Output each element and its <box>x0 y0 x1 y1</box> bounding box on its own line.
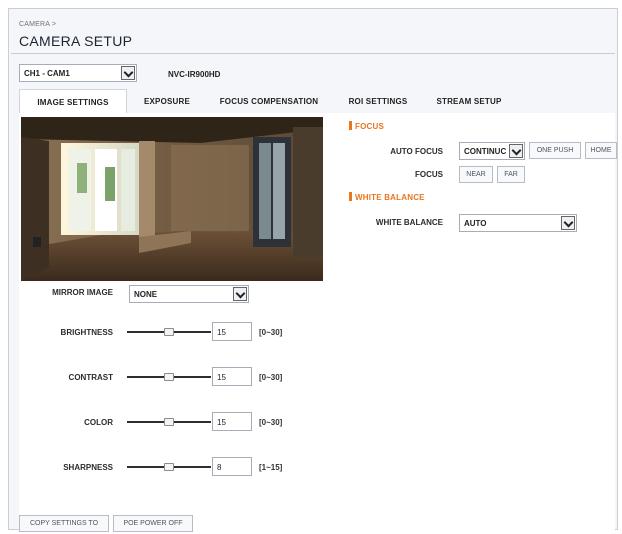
page-title: CAMERA SETUP <box>19 33 133 49</box>
home-button[interactable]: HOME <box>585 142 617 159</box>
tab-roi-settings[interactable]: ROI SETTINGS <box>340 89 416 113</box>
mirror-image-label: MIRROR IMAGE <box>52 288 113 297</box>
poe-power-off-button[interactable]: POE POWER OFF <box>113 515 193 532</box>
brightness-range: [0~30] <box>259 328 283 337</box>
focus-section-label: FOCUS <box>355 122 384 131</box>
focus-section-title: FOCUS <box>349 121 384 131</box>
far-button[interactable]: FAR <box>497 166 525 183</box>
white-balance-value: AUTO <box>464 219 487 228</box>
sharpness-label: SHARPNESS <box>63 463 113 472</box>
auto-focus-label: AUTO FOCUS <box>390 147 443 156</box>
white-balance-select[interactable]: AUTO <box>459 214 577 232</box>
chevron-down-icon[interactable] <box>121 66 135 80</box>
white-balance-label: WHITE BALANCE <box>375 218 443 227</box>
settings-tabs: IMAGE SETTINGS EXPOSURE FOCUS COMPENSATI… <box>19 89 615 113</box>
copy-settings-to-button[interactable]: COPY SETTINGS TO <box>19 515 109 532</box>
chevron-down-icon[interactable] <box>561 216 575 230</box>
near-button[interactable]: NEAR <box>459 166 493 183</box>
chevron-down-icon[interactable] <box>233 287 247 301</box>
breadcrumb[interactable]: CAMERA > <box>19 21 56 28</box>
tab-exposure[interactable]: EXPOSURE <box>135 89 199 113</box>
camera-preview <box>21 117 323 281</box>
auto-focus-select[interactable]: CONTINUC <box>459 142 525 160</box>
white-balance-section-title: WHITE BALANCE <box>349 192 425 202</box>
contrast-label: CONTRAST <box>68 373 113 382</box>
sharpness-input[interactable]: 8 <box>212 457 252 476</box>
section-marker-icon <box>349 121 352 130</box>
camera-channel-value: CH1 - CAM1 <box>24 69 70 78</box>
contrast-input[interactable]: 15 <box>212 367 252 386</box>
one-push-button[interactable]: ONE PUSH <box>529 142 581 159</box>
tab-stream-setup[interactable]: STREAM SETUP <box>427 89 511 113</box>
image-settings-panel: MIRROR IMAGE NONE BRIGHTNESS 15 [0~30] C… <box>19 113 617 532</box>
focus-label: FOCUS <box>415 170 443 179</box>
brightness-label: BRIGHTNESS <box>60 328 113 337</box>
tab-focus-compensation[interactable]: FOCUS COMPENSATION <box>209 89 329 113</box>
brightness-input[interactable]: 15 <box>212 322 252 341</box>
white-balance-section-label: WHITE BALANCE <box>355 193 425 202</box>
section-marker-icon <box>349 192 352 201</box>
camera-preview-image <box>21 117 323 281</box>
auto-focus-value: CONTINUC <box>464 147 507 156</box>
camera-setup-window: CAMERA > CAMERA SETUP CH1 - CAM1 NVC-IR9… <box>8 8 618 532</box>
contrast-slider-thumb[interactable] <box>164 373 174 381</box>
camera-channel-select[interactable]: CH1 - CAM1 <box>19 64 137 82</box>
tab-image-settings[interactable]: IMAGE SETTINGS <box>19 89 127 113</box>
mirror-image-select[interactable]: NONE <box>129 285 249 303</box>
color-label: COLOR <box>84 418 113 427</box>
title-divider <box>11 53 615 54</box>
color-input[interactable]: 15 <box>212 412 252 431</box>
sharpness-slider-thumb[interactable] <box>164 463 174 471</box>
color-range: [0~30] <box>259 418 283 427</box>
sharpness-range: [1~15] <box>259 463 283 472</box>
chevron-down-icon[interactable] <box>509 144 523 158</box>
contrast-range: [0~30] <box>259 373 283 382</box>
brightness-slider-thumb[interactable] <box>164 328 174 336</box>
mirror-image-value: NONE <box>134 290 158 299</box>
camera-model-label: NVC-IR900HD <box>168 70 221 79</box>
color-slider-thumb[interactable] <box>164 418 174 426</box>
